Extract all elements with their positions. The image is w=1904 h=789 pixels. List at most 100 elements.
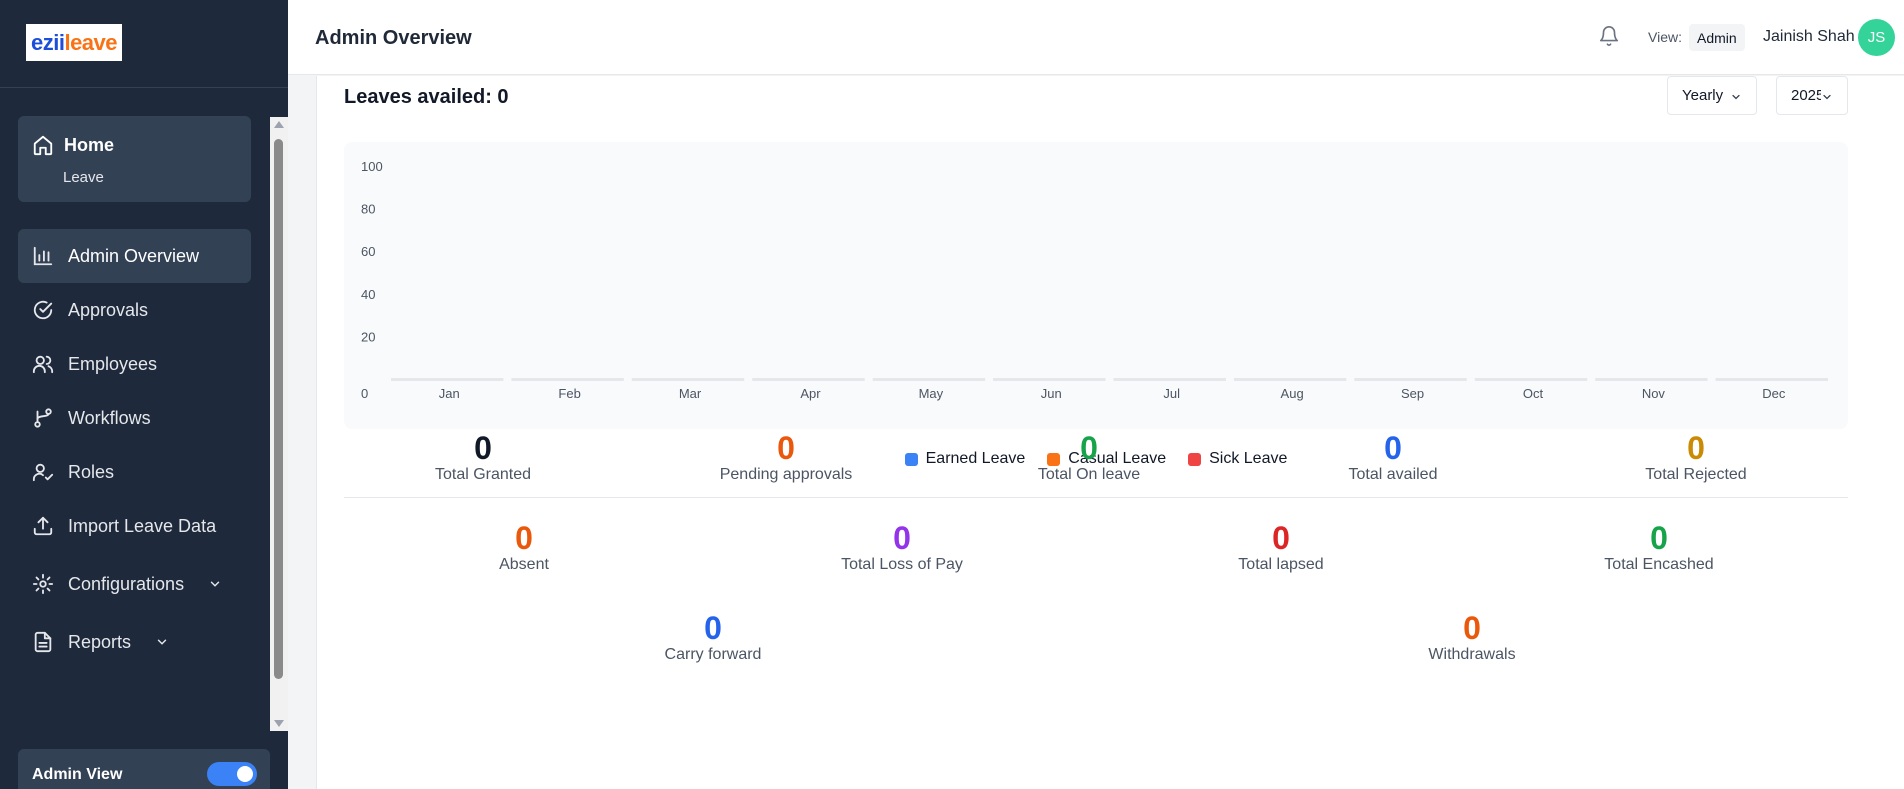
x-tick-label: Jun [1041, 386, 1062, 401]
file-icon [34, 631, 52, 653]
stat-value: 0 [1384, 430, 1402, 466]
category-baseline [1715, 378, 1828, 381]
sidebar-item-admin-overview[interactable]: Admin Overview [18, 229, 251, 283]
app-logo[interactable]: ezii leave [26, 24, 122, 61]
logo-text-part1: ezii [30, 29, 65, 55]
bar-chart-icon [33, 246, 53, 266]
admin-view-toggle[interactable] [207, 762, 257, 786]
category-baseline [511, 378, 624, 381]
page-title: Admin Overview [315, 27, 472, 49]
category-baseline [631, 378, 745, 381]
chevron-down-icon [1732, 94, 1740, 100]
stat-value: 0 [1687, 430, 1705, 466]
stat-label: Total lapsed [1238, 556, 1324, 573]
legend-label: Sick Leave [1209, 450, 1288, 467]
sidebar-scrollbar[interactable] [270, 117, 288, 731]
home-icon [33, 135, 53, 156]
legend-item[interactable]: Earned Leave [904, 450, 1025, 468]
leaves-availed-title: Leaves availed: 0 [344, 86, 509, 108]
home-card[interactable]: Home Leave [18, 116, 251, 202]
top-header: Admin Overview View: Admin Jainish Shah … [288, 0, 1904, 75]
x-tick-label: Dec [1762, 386, 1786, 401]
legend-item[interactable]: Sick Leave [1188, 450, 1287, 468]
sidebar-item-import-leave-data[interactable]: Import Leave Data [18, 499, 251, 553]
scroll-down-arrow-icon[interactable] [274, 720, 284, 727]
sidebar-item-employees[interactable]: Employees [18, 337, 251, 391]
category-baseline [1113, 378, 1226, 381]
chevron-down-icon [157, 639, 167, 645]
leaves-card: Leaves availed: 0 Yearly 2025 0 20 40 60 80 1… [316, 76, 1904, 789]
sidebar-item-label: Employees [68, 353, 158, 374]
stat-total-rejected: 0 Total Rejected [1645, 431, 1746, 484]
sidebar-item-roles[interactable]: Roles [18, 445, 251, 499]
sidebar-item-label: Reports [68, 631, 132, 652]
chevron-down-icon [210, 581, 220, 587]
x-tick-label: Aug [1281, 386, 1304, 401]
leaves-chart: 0 20 40 60 80 100 Jan Feb Mar Apr May Jun Jul Aug Sep O… [344, 142, 1848, 429]
check-circle-icon [33, 300, 53, 320]
x-tick-label: Oct [1523, 386, 1544, 401]
legend-swatch [1188, 452, 1202, 466]
legend-swatch [904, 452, 918, 466]
logo-area: ezii leave [0, 0, 288, 88]
chevron-down-icon [1823, 94, 1831, 100]
category-baseline [1233, 378, 1347, 381]
upload-icon [33, 516, 53, 536]
sidebar-item-label: Admin Overview [68, 245, 200, 266]
y-tick-label: 20 [361, 329, 375, 344]
stat-total-granted: 0 Total Granted [435, 431, 531, 484]
sidebar-item-label: Workflows [68, 407, 151, 428]
avatar[interactable]: JS [1858, 19, 1895, 56]
x-tick-label: Nov [1642, 386, 1666, 401]
sidebar: ezii leave Home Leave Admin Overview Appr… [0, 0, 288, 789]
x-tick-label: Apr [800, 386, 821, 401]
view-switcher[interactable]: Admin [1689, 24, 1745, 51]
stat-value: 0 [1272, 520, 1290, 556]
home-sub-label[interactable]: Leave [63, 169, 104, 186]
sidebar-item-label: Approvals [68, 299, 149, 320]
scrollbar-thumb[interactable] [274, 139, 283, 679]
stat-pending-approvals: 0 Pending approvals [720, 431, 853, 484]
x-tick-label: May [919, 386, 944, 401]
y-tick-label: 100 [361, 159, 383, 174]
category-baseline [993, 378, 1106, 381]
sidebar-item-approvals[interactable]: Approvals [18, 283, 251, 337]
stat-label: Total Loss of Pay [841, 556, 963, 573]
sidebar-item-configurations[interactable]: Configurations [18, 557, 251, 611]
sidebar-item-label: Roles [68, 461, 115, 482]
users-icon [32, 355, 54, 374]
x-tick-label: Mar [679, 386, 702, 401]
period-select[interactable]: Yearly [1667, 76, 1757, 115]
stat-total-on-leave: 0 Total On leave [1038, 431, 1140, 484]
year-select[interactable]: 2025 [1776, 76, 1848, 115]
stat-value: 0 [1463, 610, 1481, 646]
admin-view-panel: Admin View [18, 749, 270, 789]
category-baseline [1595, 378, 1708, 381]
sidebar-item-reports[interactable]: Reports [18, 615, 251, 669]
stat-label: Total On leave [1037, 466, 1141, 483]
stat-label: Total availed [1348, 466, 1438, 483]
stat-label: Withdrawals [1428, 646, 1516, 663]
year-select-value: 2025 [1791, 87, 1821, 104]
user-check-icon [32, 463, 54, 482]
x-tick-label: Jul [1163, 386, 1180, 401]
workflow-icon [34, 408, 52, 428]
stat-value: 0 [704, 610, 722, 646]
stat-carry-forward: 0 Carry forward [665, 611, 762, 664]
gear-icon [32, 573, 54, 595]
y-tick-label: 40 [361, 287, 375, 302]
section-divider [344, 497, 1848, 498]
stat-value: 0 [474, 430, 492, 466]
x-tick-label: Feb [558, 386, 580, 401]
bell-icon[interactable] [1598, 24, 1620, 48]
category-baseline [391, 378, 504, 381]
scroll-up-arrow-icon[interactable] [274, 121, 284, 128]
y-tick-label: 60 [361, 244, 375, 259]
stat-label: Pending approvals [719, 466, 853, 483]
stat-value: 0 [777, 430, 795, 466]
stat-label: Total Encashed [1604, 556, 1714, 573]
sidebar-item-workflows[interactable]: Workflows [18, 391, 251, 445]
user-name[interactable]: Jainish Shah [1763, 28, 1855, 46]
toggle-knob [237, 766, 253, 782]
admin-view-label: Admin View [32, 766, 123, 783]
